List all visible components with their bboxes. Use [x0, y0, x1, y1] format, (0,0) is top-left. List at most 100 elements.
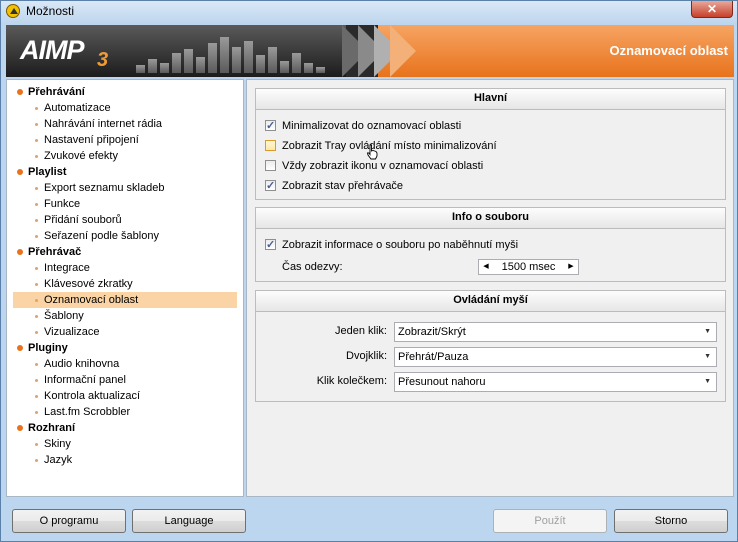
- tree-item[interactable]: Vizualizace: [7, 324, 243, 340]
- chevron-decoration: [390, 25, 416, 77]
- tree-item-label: Zvukové efekty: [44, 150, 118, 162]
- option-label: Zobrazit informace o souboru po naběhnut…: [282, 239, 519, 251]
- checkbox[interactable]: [265, 118, 276, 134]
- bullet-icon: [35, 219, 38, 222]
- bullet-icon: [35, 235, 38, 238]
- tree-item[interactable]: Informační panel: [7, 372, 243, 388]
- tree-item[interactable]: Export seznamu skladeb: [7, 180, 243, 196]
- bullet-icon: [17, 169, 23, 175]
- tree-category-label: Rozhraní: [28, 422, 76, 434]
- tree-category[interactable]: Pluginy: [7, 340, 243, 356]
- bullet-icon: [35, 379, 38, 382]
- equalizer-bar: [208, 43, 217, 73]
- delay-value: 1500 msec: [501, 261, 556, 273]
- tree-item[interactable]: Seřazení podle šablony: [7, 228, 243, 244]
- bullet-icon: [35, 107, 38, 110]
- bullet-icon: [35, 267, 38, 270]
- equalizer-bar: [160, 63, 169, 73]
- delay-spinner[interactable]: ◀ 1500 msec ▶: [478, 259, 579, 275]
- tree-item-label: Automatizace: [44, 102, 111, 114]
- tree-category-label: Přehrávač: [28, 246, 82, 258]
- about-button[interactable]: O programu: [12, 509, 126, 533]
- tree-item[interactable]: Kontrola aktualizací: [7, 388, 243, 404]
- select-value: Zobrazit/Skrýt: [398, 326, 466, 338]
- equalizer-bar: [316, 67, 325, 73]
- bullet-icon: [35, 139, 38, 142]
- bullet-icon: [35, 283, 38, 286]
- cancel-button[interactable]: Storno: [614, 509, 728, 533]
- equalizer-bar: [148, 59, 157, 73]
- bullet-icon: [35, 315, 38, 318]
- option-label: Zobrazit Tray ovládání místo minimalizov…: [282, 140, 497, 152]
- single-click-label: Jeden klik:: [335, 325, 387, 337]
- options-window: Možnosti ✕ AIMP 3 Oznamovací oblast Přeh…: [0, 0, 738, 542]
- tree-item[interactable]: Integrace: [7, 260, 243, 276]
- tree-item[interactable]: Přidání souborů: [7, 212, 243, 228]
- tree-item[interactable]: Audio knihovna: [7, 356, 243, 372]
- equalizer-bar: [244, 41, 253, 73]
- delay-label: Čas odezvy:: [282, 261, 343, 273]
- bullet-icon: [35, 187, 38, 190]
- header-banner: AIMP 3 Oznamovací oblast: [6, 25, 734, 77]
- spin-left-icon[interactable]: ◀: [481, 260, 491, 274]
- apply-button[interactable]: Použít: [493, 509, 607, 533]
- double-click-select[interactable]: Přehrát/Pauza ▼: [394, 347, 717, 367]
- single-click-select[interactable]: Zobrazit/Skrýt ▼: [394, 322, 717, 342]
- bullet-icon: [35, 203, 38, 206]
- tree-item[interactable]: Oznamovací oblast: [13, 292, 237, 308]
- tree-item[interactable]: Nahrávání internet rádia: [7, 116, 243, 132]
- equalizer-bar: [196, 57, 205, 73]
- settings-tree[interactable]: Přehrávání Automatizace Nahrávání internet…: [6, 79, 244, 497]
- tree-item-label: Kontrola aktualizací: [44, 390, 140, 402]
- bullet-icon: [35, 299, 38, 302]
- tree-item[interactable]: Šablony: [7, 308, 243, 324]
- equalizer-bar: [220, 37, 229, 73]
- file-info-group-title: Info o souboru: [256, 208, 725, 229]
- equalizer-bar: [232, 47, 241, 73]
- tree-category[interactable]: Přehrávání: [7, 84, 243, 100]
- tree-item-label: Export seznamu skladeb: [44, 182, 165, 194]
- language-button[interactable]: Language: [132, 509, 246, 533]
- bullet-icon: [35, 363, 38, 366]
- main-group: Hlavní Minimalizovat do oznamovací oblas…: [255, 88, 726, 200]
- equalizer-bar: [184, 49, 193, 73]
- bullet-icon: [35, 331, 38, 334]
- mouse-group: Ovládání myší Jeden klik: Zobrazit/Skrýt…: [255, 290, 726, 402]
- tree-category[interactable]: Playlist: [7, 164, 243, 180]
- tree-item[interactable]: Last.fm Scrobbler: [7, 404, 243, 420]
- tree-item-label: Nastavení připojení: [44, 134, 139, 146]
- checkbox[interactable]: [265, 160, 276, 171]
- checkbox[interactable]: [265, 237, 276, 253]
- wheel-click-select[interactable]: Přesunout nahoru ▼: [394, 372, 717, 392]
- aimp-logo-version: 3: [97, 49, 109, 71]
- file-info-group: Info o souboru Zobrazit informace o soub…: [255, 207, 726, 282]
- tree-category[interactable]: Rozhraní: [7, 420, 243, 436]
- checkbox[interactable]: [265, 178, 276, 194]
- tree-item-label: Seřazení podle šablony: [44, 230, 159, 242]
- checkbox[interactable]: [265, 140, 276, 151]
- tree-item[interactable]: Nastavení připojení: [7, 132, 243, 148]
- bullet-icon: [17, 249, 23, 255]
- tree-category[interactable]: Přehrávač: [7, 244, 243, 260]
- tree-item-label: Šablony: [44, 310, 84, 322]
- tree-item[interactable]: Klávesové zkratky: [7, 276, 243, 292]
- title-bar[interactable]: Možnosti ✕: [1, 1, 737, 23]
- settings-panel: Hlavní Minimalizovat do oznamovací oblas…: [246, 79, 734, 497]
- tree-item-label: Vizualizace: [44, 326, 100, 338]
- tree-item[interactable]: Jazyk: [7, 452, 243, 468]
- spin-right-icon[interactable]: ▶: [566, 260, 576, 274]
- double-click-label: Dvojklik:: [346, 350, 387, 362]
- tree-item-label: Informační panel: [44, 374, 126, 386]
- bullet-icon: [17, 345, 23, 351]
- tree-item[interactable]: Funkce: [7, 196, 243, 212]
- bullet-icon: [17, 89, 23, 95]
- equalizer-bar: [292, 53, 301, 73]
- equalizer-bar: [304, 63, 313, 73]
- bullet-icon: [17, 425, 23, 431]
- tree-item[interactable]: Skiny: [7, 436, 243, 452]
- close-button[interactable]: ✕: [691, 1, 733, 18]
- equalizer-bar: [172, 53, 181, 73]
- tree-item[interactable]: Zvukové efekty: [7, 148, 243, 164]
- tree-item[interactable]: Automatizace: [7, 100, 243, 116]
- chevron-down-icon: ▼: [704, 353, 711, 360]
